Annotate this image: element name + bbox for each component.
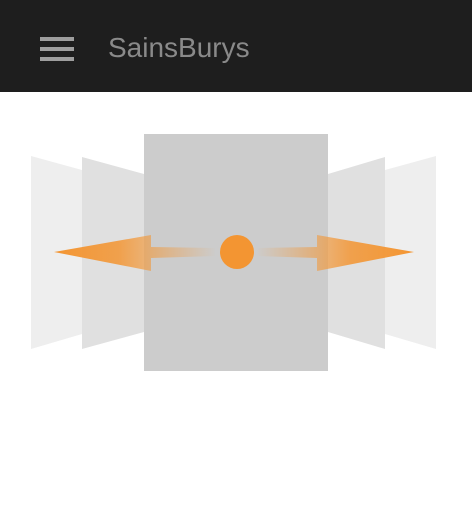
touch-point-icon	[220, 235, 254, 269]
swipe-gesture-illustration	[31, 134, 436, 371]
main-content	[0, 92, 472, 512]
menu-button[interactable]	[28, 24, 84, 72]
app-title: SainsBurys	[108, 32, 250, 63]
app-bar: SainsBurys	[0, 0, 472, 92]
